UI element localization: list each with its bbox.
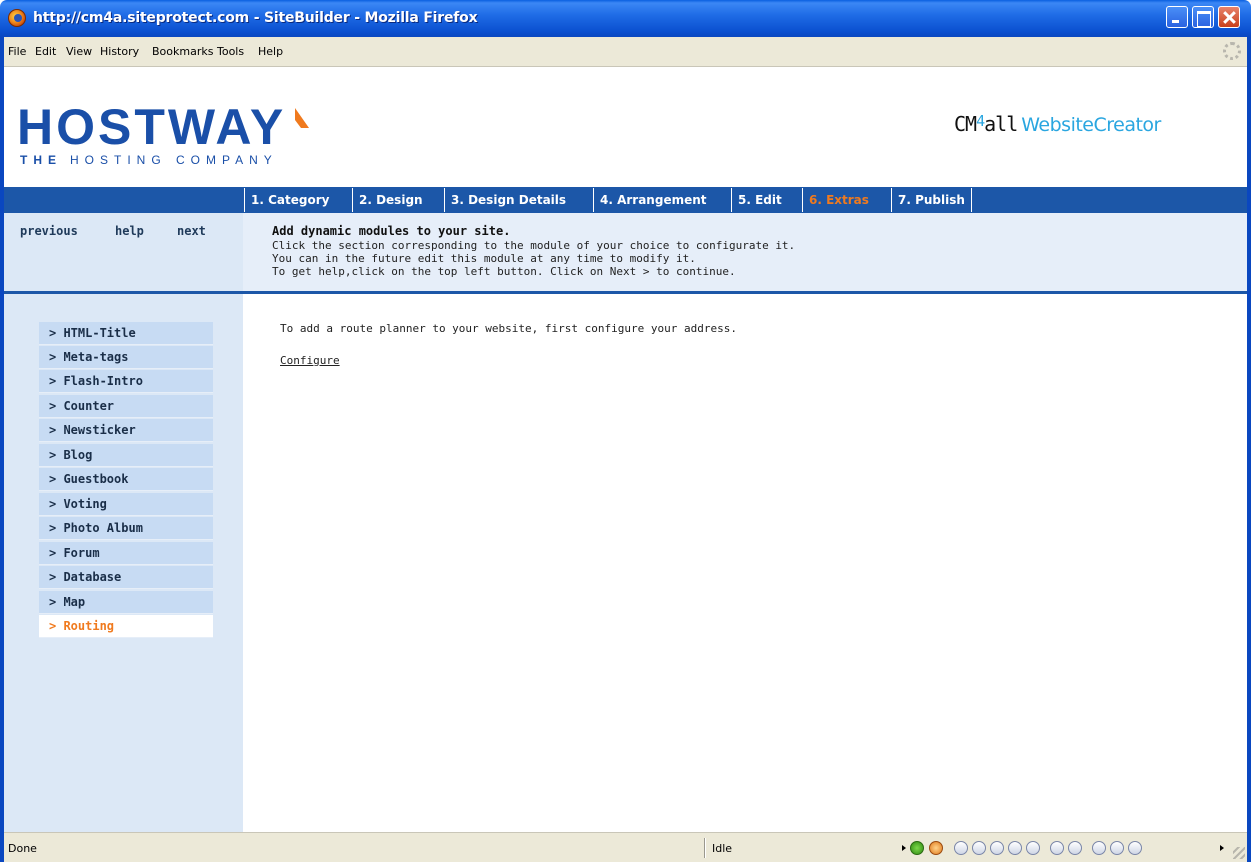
routing-description: To add a route planner to your website, … (280, 322, 737, 335)
sidebar-item-forum[interactable]: > Forum (39, 542, 213, 565)
menu-help[interactable]: Help (258, 45, 283, 58)
cm-all: all (984, 112, 1018, 136)
status-bar: Done Idle (4, 832, 1247, 862)
sidebar-item-counter[interactable]: > Counter (39, 395, 213, 418)
brand-tagline-rest: HOSTING COMPANY (70, 153, 278, 167)
menu-tools[interactable]: Tools (217, 45, 244, 58)
next-link[interactable]: next (177, 224, 206, 238)
sidebar-item-map[interactable]: > Map (39, 591, 213, 614)
sidebar-item-blog[interactable]: > Blog (39, 444, 213, 467)
tab-design[interactable]: 2. Design (352, 188, 429, 212)
volume-down-icon[interactable] (1050, 841, 1064, 855)
sidebar-item-meta-tags[interactable]: > Meta-tags (39, 346, 213, 369)
module-sidebar: > HTML-Title > Meta-tags > Flash-Intro >… (4, 294, 243, 832)
tab-publish[interactable]: 7. Publish (891, 188, 972, 212)
sidebar-item-flash-intro[interactable]: > Flash-Intro (39, 370, 213, 393)
eject-icon[interactable] (1092, 841, 1106, 855)
tab-extras[interactable]: 6. Extras (802, 188, 875, 212)
cm-four: 4 (976, 112, 985, 130)
more-arrow-icon[interactable] (1220, 845, 1224, 851)
tab-arrangement[interactable]: 4. Arrangement (593, 188, 713, 212)
instruction-title: Add dynamic modules to your site. (272, 224, 511, 238)
tab-category[interactable]: 1. Category (244, 188, 335, 212)
instruction-line-1: Click the section corresponding to the m… (272, 239, 796, 252)
instruction-panel: previous help next Add dynamic modules t… (4, 213, 1247, 291)
play-icon[interactable] (910, 841, 924, 855)
status-text: Done (8, 842, 37, 855)
rewind-icon[interactable] (972, 841, 986, 855)
tab-design-details[interactable]: 3. Design Details (444, 188, 572, 212)
hostway-accent-icon (295, 108, 309, 128)
window-title: http://cm4a.siteprotect.com - SiteBuilde… (33, 10, 478, 26)
cm-product: WebsiteCreator (1021, 114, 1161, 136)
menu-bar: File Edit View History Bookmarks Tools H… (4, 37, 1247, 67)
wizard-tabs: 1. Category 2. Design 3. Design Details … (4, 187, 1247, 213)
help-link[interactable]: help (115, 224, 144, 238)
stop-icon[interactable] (1008, 841, 1022, 855)
brand-tagline-bold: THE (20, 153, 62, 167)
cm4all-logo: CM4all WebsiteCreator (954, 112, 1161, 136)
record-icon[interactable] (929, 841, 943, 855)
sidebar-item-html-title[interactable]: > HTML-Title (39, 322, 213, 345)
status-idle: Idle (712, 842, 733, 855)
svg-text:THEHOSTING COMPANY: THE HOSTING COMPANY (20, 153, 278, 167)
configure-link[interactable]: Configure (280, 354, 340, 367)
expand-arrow-icon[interactable] (902, 845, 906, 851)
main-content: To add a route planner to your website, … (243, 294, 1247, 832)
minimize-button[interactable] (1166, 6, 1188, 28)
volume-up-icon[interactable] (1068, 841, 1082, 855)
instruction-line-2: You can in the future edit this module a… (272, 252, 696, 265)
window-titlebar[interactable]: http://cm4a.siteprotect.com - SiteBuilde… (0, 0, 1251, 37)
previous-track-icon[interactable] (954, 841, 968, 855)
sidebar-item-database[interactable]: > Database (39, 566, 213, 589)
sidebar-item-guestbook[interactable]: > Guestbook (39, 468, 213, 491)
next-track-icon[interactable] (1026, 841, 1040, 855)
tab-edit[interactable]: 5. Edit (731, 188, 788, 212)
menu-edit[interactable]: Edit (35, 45, 56, 58)
brand-main: HOSTWAY (17, 99, 286, 155)
down-icon[interactable] (1128, 841, 1142, 855)
menu-view[interactable]: View (66, 45, 92, 58)
previous-link[interactable]: previous (20, 224, 78, 238)
sidebar-item-voting[interactable]: > Voting (39, 493, 213, 516)
throbber-icon (1223, 42, 1241, 60)
up-icon[interactable] (1110, 841, 1124, 855)
hostway-logo: HOSTWAY THE HOSTING COMPANY (17, 99, 309, 167)
close-button[interactable] (1218, 6, 1240, 28)
sidebar-item-newsticker[interactable]: > Newsticker (39, 419, 213, 442)
resize-grip-icon[interactable] (1233, 847, 1245, 859)
maximize-button[interactable] (1192, 6, 1214, 28)
cm-prefix: CM (954, 112, 977, 136)
menu-file[interactable]: File (8, 45, 26, 58)
sidebar-item-routing[interactable]: > Routing (39, 615, 213, 638)
site-header: HOSTWAY THE HOSTING COMPANY CM4all Website… (4, 68, 1247, 187)
menu-history[interactable]: History (100, 45, 139, 58)
menu-bookmarks[interactable]: Bookmarks (152, 45, 213, 58)
firefox-icon (8, 9, 26, 27)
window-frame-right (1247, 37, 1251, 862)
sidebar-item-photo-album[interactable]: > Photo Album (39, 517, 213, 540)
status-separator (704, 838, 706, 858)
instruction-line-3: To get help,click on the top left button… (272, 265, 736, 278)
pause-icon[interactable] (990, 841, 1004, 855)
